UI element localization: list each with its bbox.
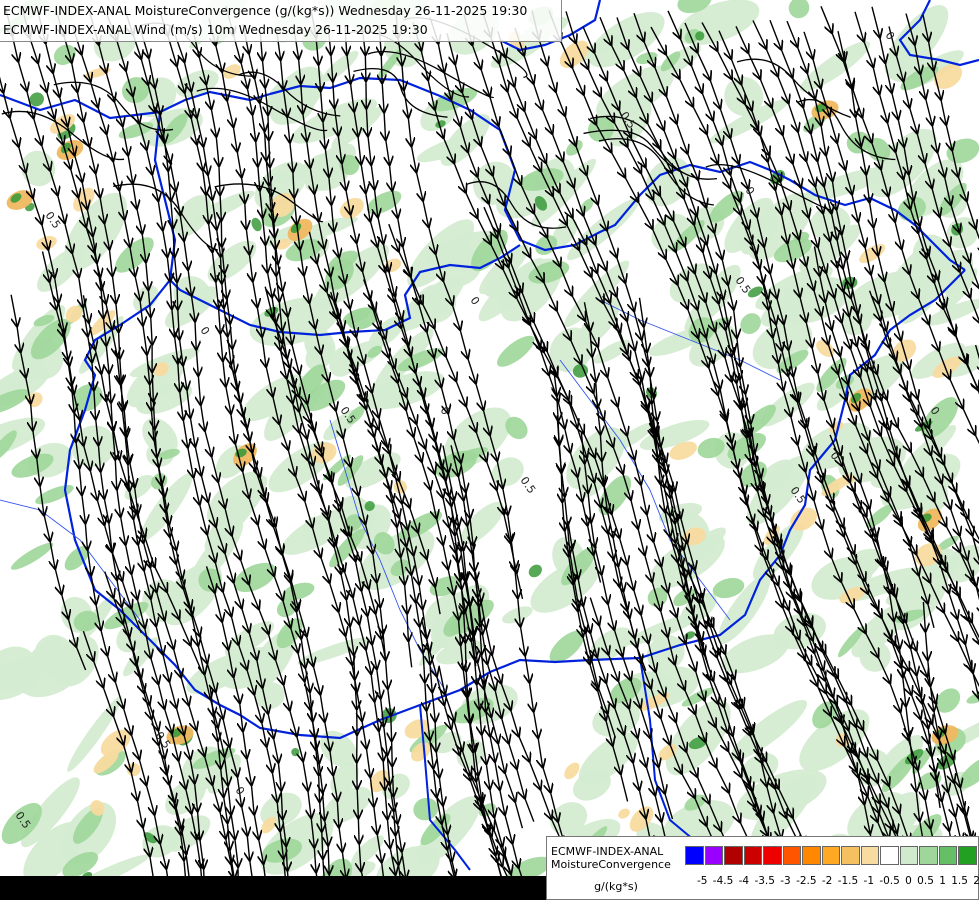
legend-swatch	[763, 846, 782, 865]
title-moisture-convergence: ECMWF-INDEX-ANAL MoistureConvergence (g/…	[3, 3, 528, 18]
legend-swatch	[685, 846, 704, 865]
color-legend: ECMWF-INDEX-ANAL MoistureConvergence g/(…	[546, 836, 979, 900]
legend-swatch	[899, 846, 918, 865]
legend-swatch	[938, 846, 957, 865]
legend-title-parameter: MoistureConvergence	[551, 858, 671, 871]
legend-title: ECMWF-INDEX-ANAL MoistureConvergence	[551, 845, 685, 871]
legend-swatch	[802, 846, 821, 865]
legend-swatch	[958, 846, 977, 865]
legend-tick-labels: -5 -4.5 -4 -3.5 -3 -2.5 -2 -1.5 -1 -0.5 …	[697, 875, 979, 887]
legend-swatch	[841, 846, 860, 865]
legend-swatch	[821, 846, 840, 865]
legend-swatch	[880, 846, 899, 865]
legend-swatch	[743, 846, 762, 865]
legend-swatch	[724, 846, 743, 865]
legend-swatch	[860, 846, 879, 865]
legend-title-model: ECMWF-INDEX-ANAL	[551, 845, 664, 858]
title-wind: ECMWF-INDEX-ANAL Wind (m/s) 10m Wednesda…	[3, 22, 428, 37]
legend-swatch	[704, 846, 723, 865]
legend-unit: g/(kg*s)	[594, 880, 638, 893]
legend-swatch	[919, 846, 938, 865]
weather-map: 0.500.5 00.500.500.500.500.500.50	[0, 0, 979, 900]
legend-swatches	[685, 846, 978, 865]
map-title-box: ECMWF-INDEX-ANAL MoistureConvergence (g/…	[0, 0, 562, 42]
legend-swatch	[782, 846, 801, 865]
